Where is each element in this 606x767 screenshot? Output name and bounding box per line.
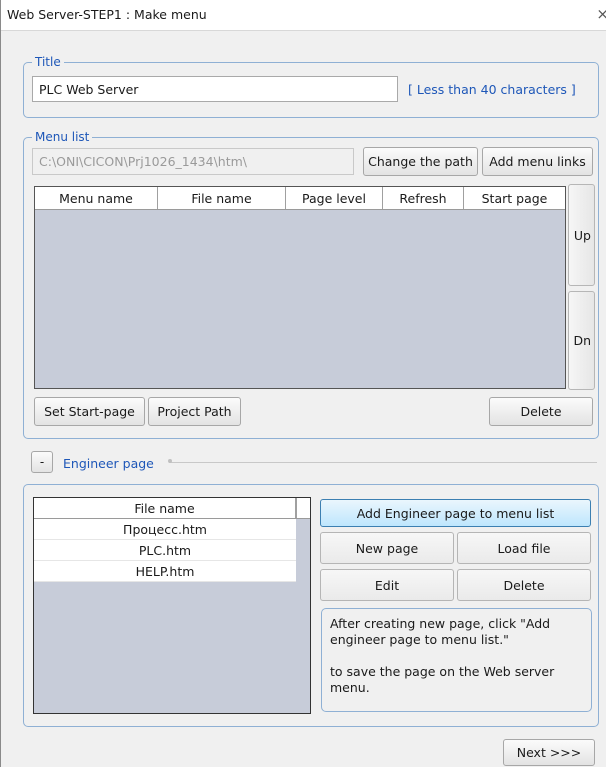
column-start-page[interactable]: Start page — [464, 187, 565, 209]
menu-table-header: Menu name File name Page level Refresh S… — [35, 187, 565, 210]
engineer-header-spacer — [296, 498, 310, 518]
change-path-button[interactable]: Change the path — [363, 147, 478, 176]
column-engineer-file-name[interactable]: File name — [34, 498, 296, 518]
delete-engineer-page-button[interactable]: Delete — [457, 569, 591, 601]
dialog-window: Web Server-STEP1 : Make menu × Title PLC… — [0, 0, 606, 767]
column-refresh[interactable]: Refresh — [383, 187, 464, 209]
new-page-button[interactable]: New page — [320, 532, 454, 564]
engineer-file-list: Процесс.htm PLC.htm HELP.htm — [34, 519, 296, 582]
engineer-file-table: File name Процесс.htm PLC.htm HELP.htm — [33, 497, 311, 714]
menu-path-field: C:\ONI\CICON\Prj1026_1434\htm\ — [32, 148, 354, 175]
move-down-label: Dn — [573, 333, 591, 348]
next-button[interactable]: Next >>> — [503, 739, 595, 766]
column-file-name[interactable]: File name — [158, 187, 286, 209]
window-title: Web Server-STEP1 : Make menu — [7, 7, 207, 22]
edit-button[interactable]: Edit — [320, 569, 454, 601]
column-menu-name[interactable]: Menu name — [35, 187, 158, 209]
collapse-engineer-button[interactable]: - — [31, 451, 53, 473]
engineer-file-row[interactable]: PLC.htm — [34, 540, 296, 561]
divider-dot — [168, 459, 172, 463]
move-down-button[interactable]: Dn — [568, 291, 595, 390]
move-up-label: Up — [573, 227, 591, 243]
help-text-2: to save the page on the Web server menu. — [330, 664, 555, 695]
title-length-hint: [ Less than 40 characters ] — [408, 82, 576, 97]
engineer-help-box: After creating new page, click "Add engi… — [321, 608, 592, 712]
delete-menu-button[interactable]: Delete — [489, 397, 593, 426]
engineer-file-row[interactable]: Процесс.htm — [34, 519, 296, 540]
close-icon[interactable]: × — [596, 5, 606, 23]
load-file-button[interactable]: Load file — [457, 532, 591, 564]
project-path-button[interactable]: Project Path — [148, 397, 241, 426]
move-up-button[interactable]: Up — [568, 184, 595, 286]
engineer-divider — [169, 462, 597, 463]
engineer-page-label: Engineer page — [63, 456, 154, 471]
menu-table: Menu name File name Page level Refresh S… — [34, 186, 566, 389]
engineer-table-header: File name — [34, 498, 310, 519]
title-bar: Web Server-STEP1 : Make menu × — [1, 0, 606, 31]
add-engineer-page-button[interactable]: Add Engineer page to menu list — [320, 499, 591, 527]
engineer-file-row[interactable]: HELP.htm — [34, 561, 296, 582]
title-legend: Title — [32, 55, 64, 69]
column-page-level[interactable]: Page level — [286, 187, 383, 209]
menu-list-legend: Menu list — [32, 130, 93, 144]
add-menu-links-button[interactable]: Add menu links — [482, 147, 593, 176]
help-text-1: After creating new page, click "Add engi… — [330, 616, 551, 647]
title-input[interactable]: PLC Web Server — [32, 76, 398, 102]
set-start-page-button[interactable]: Set Start-page — [34, 397, 145, 426]
